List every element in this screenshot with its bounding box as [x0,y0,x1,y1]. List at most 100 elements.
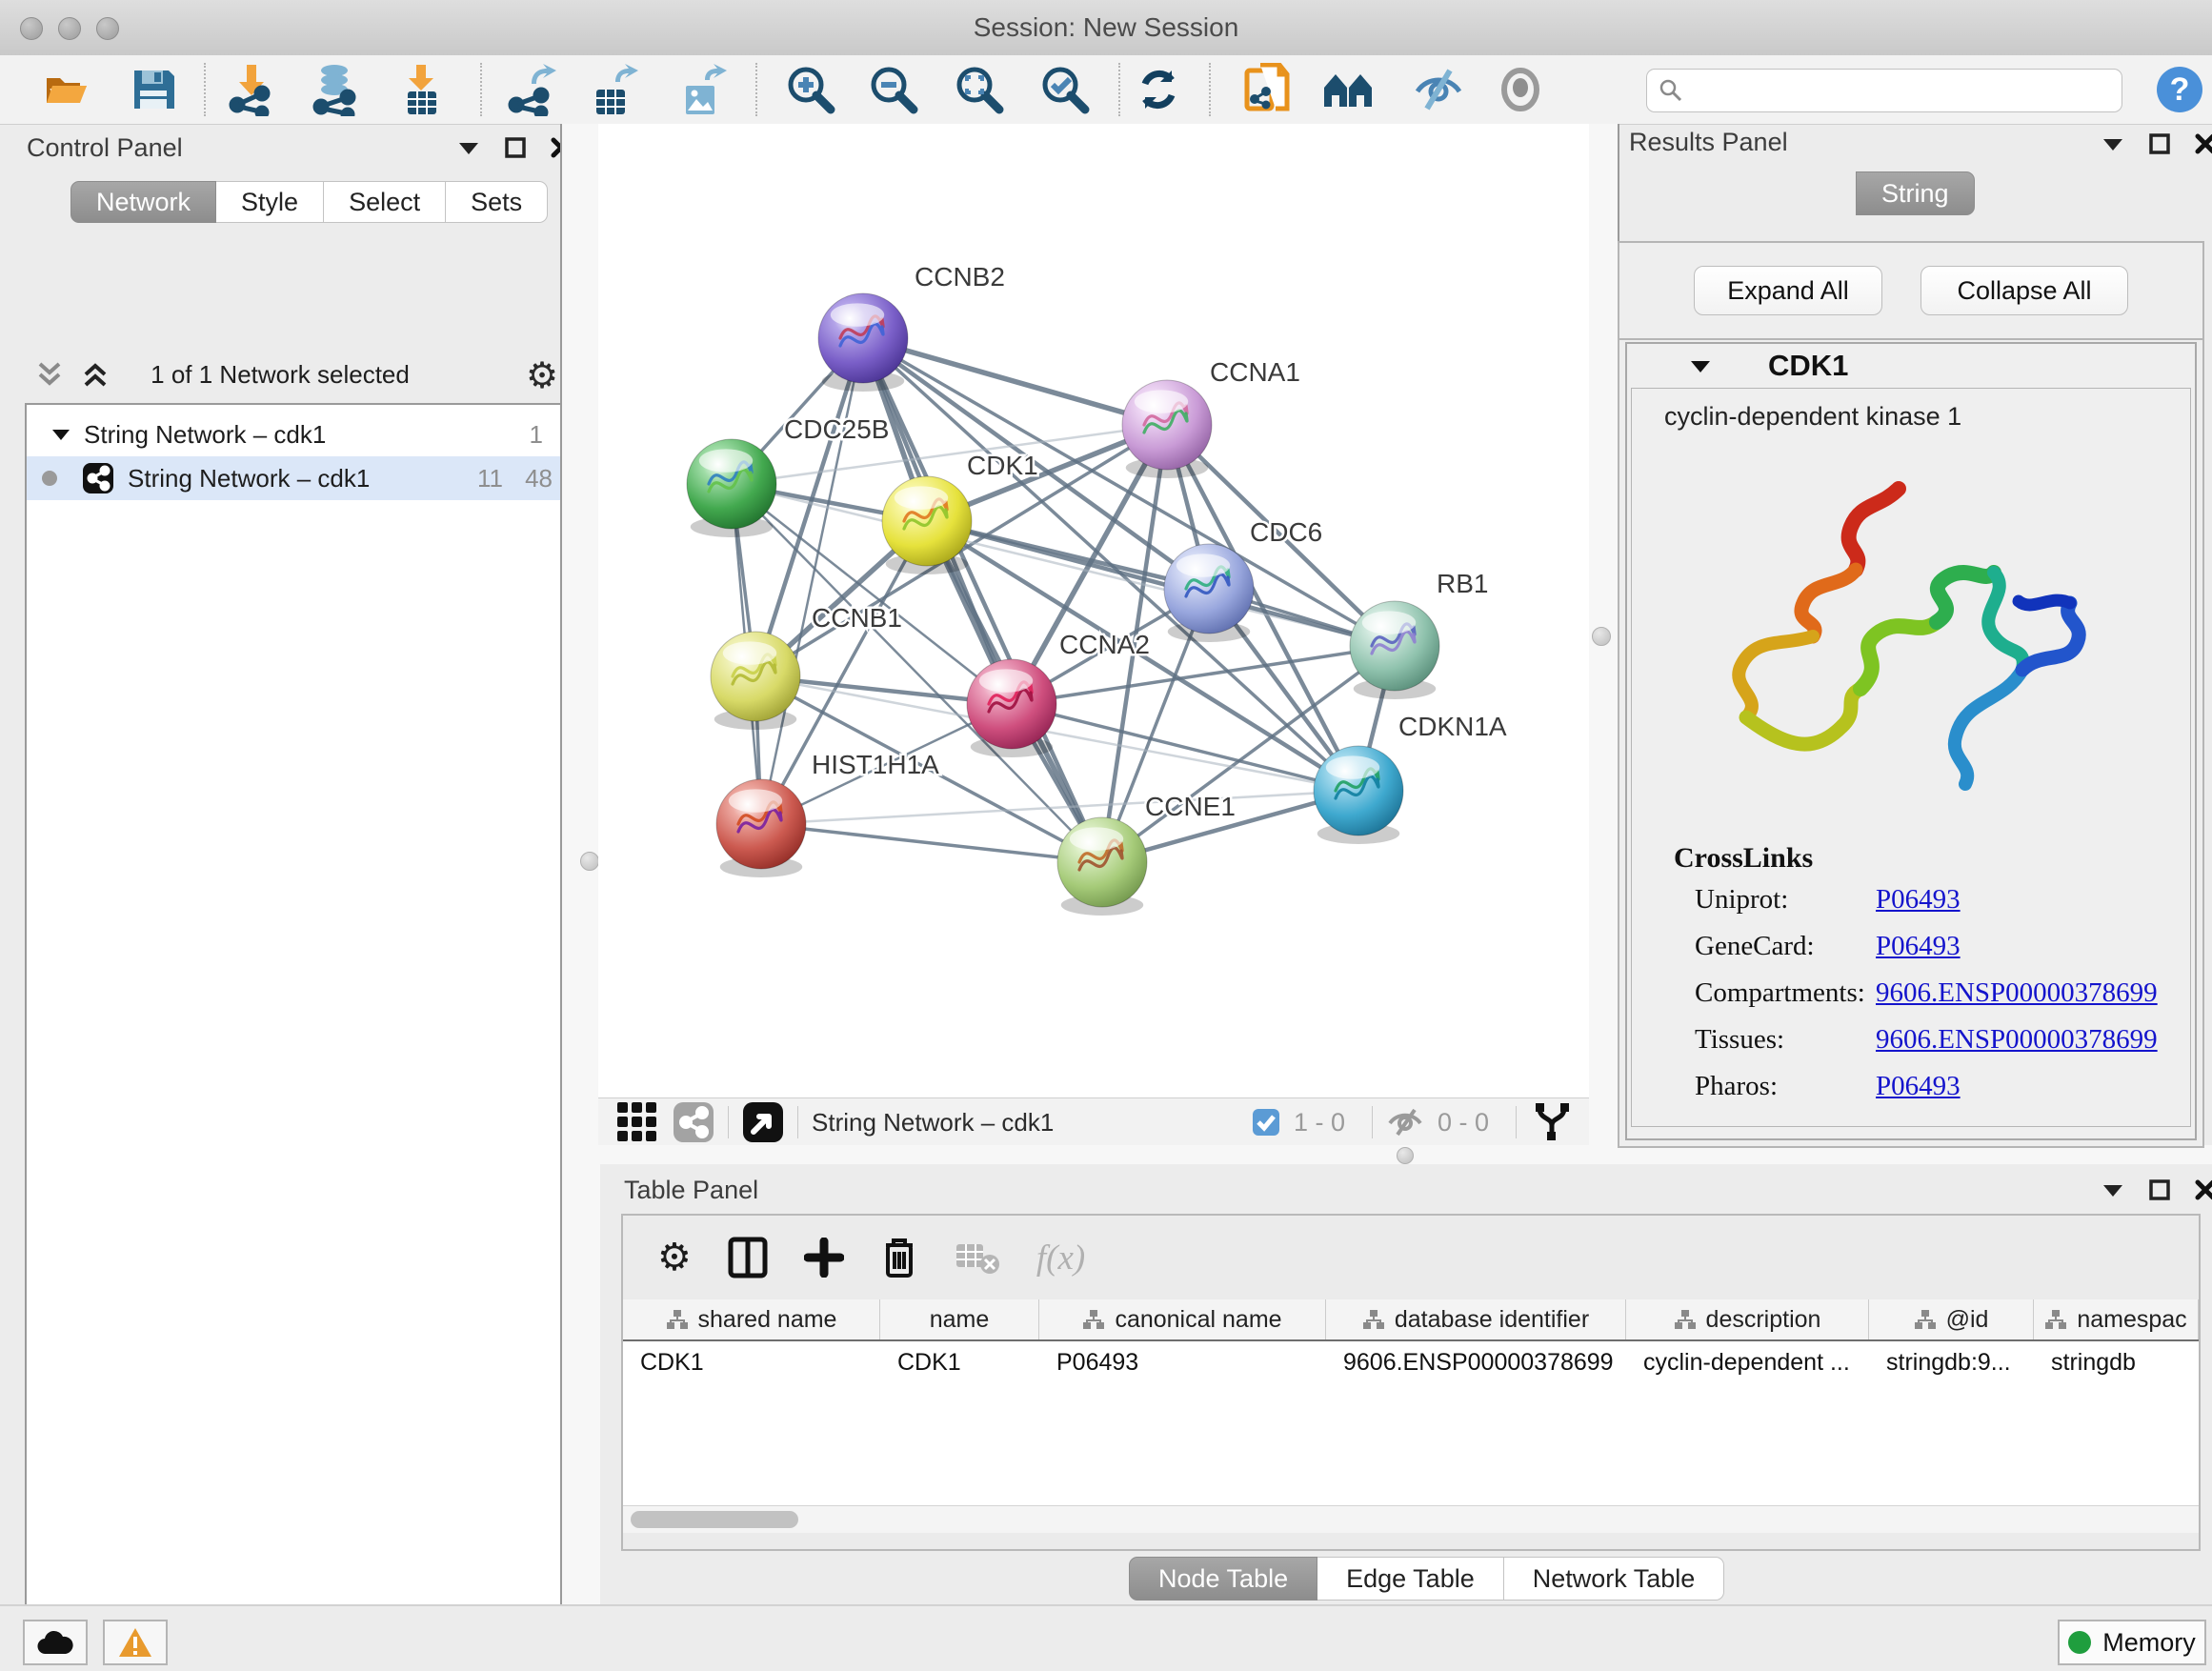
automate-icon[interactable] [1321,63,1375,116]
zoom-in-icon[interactable] [784,63,837,116]
tab-network-table[interactable]: Network Table [1504,1557,1725,1601]
import-table-file-icon[interactable] [395,63,449,116]
panel-menu-icon[interactable] [2101,1182,2124,1198]
network-view-toolbar: String Network – cdk1 1 - 0 0 - 0 [598,1097,1589,1147]
node-label: CDC25B [784,414,889,444]
gene-collapse-icon[interactable] [1690,359,1711,373]
table-cell[interactable]: cyclin-dependent ... [1626,1341,1869,1383]
crosslink-value-link[interactable]: P06493 [1876,1071,1961,1102]
search-input[interactable] [1646,69,2122,112]
table-hscrollbar[interactable] [623,1505,2199,1533]
network-collection-row[interactable]: String Network – cdk1 1 [27,413,566,456]
column-header-shared-name[interactable]: shared name [623,1299,880,1339]
tab-network[interactable]: Network [70,181,216,223]
graph-overview-icon[interactable] [1530,1100,1574,1144]
panel-menu-icon[interactable] [2101,136,2124,151]
column-header-description[interactable]: description [1626,1299,1869,1339]
table-body: CDK1CDK1P064939606.ENSP00000378699cyclin… [623,1341,2199,1505]
network-node-cdkn1a[interactable]: CDKN1A [1314,712,1507,844]
column-header-name[interactable]: name [880,1299,1039,1339]
show-panel-icon[interactable] [1494,63,1547,116]
tab-sets[interactable]: Sets [446,181,548,223]
zoom-selected-icon[interactable] [1038,63,1092,116]
network-edge[interactable] [761,824,1102,862]
open-session-icon[interactable] [41,63,94,116]
copy-style-icon[interactable] [1239,63,1293,116]
gene-header-row[interactable]: CDK1 [1627,344,2195,388]
export-image-icon[interactable] [677,63,731,116]
hidden-eye-icon[interactable] [1386,1108,1424,1137]
column-header-namespac[interactable]: namespac [2034,1299,2199,1339]
memory-status-dot [2068,1631,2091,1654]
column-header-canonical-name[interactable]: canonical name [1039,1299,1326,1339]
export-table-icon[interactable] [588,63,641,116]
selected-checkbox-icon[interactable] [1252,1108,1280,1137]
tab-edge-table[interactable]: Edge Table [1317,1557,1504,1601]
node-label: CCNB1 [812,603,902,633]
table-row[interactable]: CDK1CDK1P064939606.ENSP00000378699cyclin… [623,1341,2199,1383]
panel-menu-icon[interactable] [457,140,480,155]
detach-view-icon[interactable] [742,1101,784,1143]
horizontal-splitter-handle[interactable] [1397,1147,1414,1164]
crosslink-value-link[interactable]: P06493 [1876,931,1961,962]
network-canvas[interactable]: CCNB2CCNA1CDC25BCDK1CDC6RB1CCNB1CCNA2CDK… [598,124,1589,1097]
network-options-gear-icon[interactable]: ⚙ [526,358,558,394]
hide-panel-icon[interactable] [1412,63,1465,116]
column-header-database-identifier[interactable]: database identifier [1326,1299,1626,1339]
table-cell[interactable]: stringdb:9... [1869,1341,2034,1383]
crosslink-value-link[interactable]: P06493 [1876,884,1961,916]
network-node-ccne1[interactable]: CCNE1 [1057,792,1236,916]
table-cell[interactable]: CDK1 [880,1341,1039,1383]
close-panel-icon[interactable] [2195,1179,2212,1200]
results-panel: Results Panel String Expand All Collapse… [1618,124,2212,1145]
refresh-icon[interactable] [1132,63,1185,116]
left-splitter-handle[interactable] [580,852,599,871]
help-icon[interactable]: ? [2153,63,2206,116]
zoom-fit-icon[interactable] [953,63,1006,116]
hscrollbar-thumb[interactable] [631,1511,798,1528]
network-edge[interactable] [863,338,1102,862]
warning-status-button[interactable] [103,1620,168,1665]
node-label: RB1 [1437,569,1488,598]
share-view-icon[interactable] [673,1101,714,1143]
collection-expand-icon[interactable] [51,428,70,441]
save-session-icon[interactable] [127,63,180,116]
network-row-selected[interactable]: String Network – cdk1 11 48 [27,456,566,500]
tab-style[interactable]: Style [216,181,324,223]
crosslink-row: Tissues:9606.ENSP00000378699 [1695,1024,2190,1056]
table-settings-gear-icon[interactable]: ⚙ [657,1238,692,1277]
right-splitter-handle[interactable] [1592,627,1611,646]
close-panel-icon[interactable] [2195,133,2212,154]
table-cell[interactable]: 9606.ENSP00000378699 [1326,1341,1626,1383]
tab-node-table[interactable]: Node Table [1129,1557,1317,1601]
tab-select[interactable]: Select [324,181,446,223]
cloud-status-button[interactable] [23,1620,88,1665]
table-cell[interactable]: stringdb [2034,1341,2199,1383]
network-node-rb1[interactable]: RB1 [1350,569,1488,699]
crosslink-value-link[interactable]: 9606.ENSP00000378699 [1876,1024,2158,1056]
table-cell[interactable]: CDK1 [623,1341,880,1383]
table-cell[interactable]: P06493 [1039,1341,1326,1383]
import-network-file-icon[interactable] [224,63,277,116]
delete-table-icon[interactable] [955,1240,1000,1275]
collapse-all-button[interactable]: Collapse All [1920,266,2128,315]
add-column-icon[interactable] [804,1238,844,1278]
zoom-out-icon[interactable] [867,63,920,116]
network-node-ccnb1[interactable]: CCNB1 [711,603,902,730]
network-node-ccna1[interactable]: CCNA1 [1122,357,1300,478]
network-node-hist1h1a[interactable]: HIST1H1A [716,750,939,877]
import-network-database-icon[interactable] [309,63,362,116]
float-panel-icon[interactable] [505,137,526,158]
delete-column-icon[interactable] [880,1236,918,1279]
float-panel-icon[interactable] [2149,133,2170,154]
memory-button[interactable]: Memory [2058,1620,2206,1665]
function-builder-icon[interactable]: f(x) [1036,1238,1085,1278]
grid-view-icon[interactable] [615,1100,659,1144]
column-header--id[interactable]: @id [1869,1299,2034,1339]
crosslink-value-link[interactable]: 9606.ENSP00000378699 [1876,977,2158,1009]
show-columns-icon[interactable] [728,1237,768,1278]
tab-string[interactable]: String [1856,171,1975,215]
export-network-icon[interactable] [506,63,559,116]
expand-all-button[interactable]: Expand All [1694,266,1882,315]
float-panel-icon[interactable] [2149,1179,2170,1200]
